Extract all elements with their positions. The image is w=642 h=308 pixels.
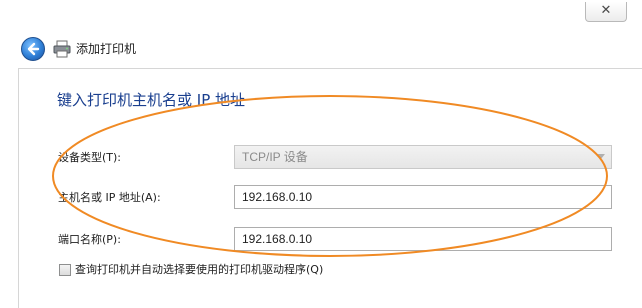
close-icon: ✕ bbox=[600, 3, 612, 18]
device-type-label: 设备类型(T): bbox=[58, 151, 122, 164]
device-type-select[interactable]: TCP/IP 设备 bbox=[234, 145, 612, 169]
back-arrow-icon bbox=[27, 42, 40, 56]
close-button[interactable]: ✕ bbox=[585, 2, 627, 22]
query-driver-checkbox[interactable] bbox=[59, 264, 71, 276]
back-button[interactable] bbox=[21, 37, 45, 61]
port-name-label: 端口名称(P): bbox=[58, 233, 121, 246]
port-name-input[interactable] bbox=[234, 227, 612, 251]
nav-bar: 添加打印机 bbox=[0, 34, 642, 64]
hostname-label: 主机名或 IP 地址(A): bbox=[58, 191, 161, 204]
device-type-value: TCP/IP 设备 bbox=[242, 150, 308, 164]
title-bar: ✕ bbox=[0, 0, 642, 36]
page-title: 添加打印机 bbox=[76, 42, 137, 56]
form-heading: 键入打印机主机名或 IP 地址 bbox=[57, 91, 246, 109]
hostname-input[interactable] bbox=[234, 185, 612, 209]
dropdown-arrow-icon bbox=[597, 154, 605, 159]
printer-icon bbox=[53, 40, 71, 58]
query-driver-label: 查询打印机并自动选择要使用的打印机驱动程序(Q) bbox=[75, 263, 324, 276]
